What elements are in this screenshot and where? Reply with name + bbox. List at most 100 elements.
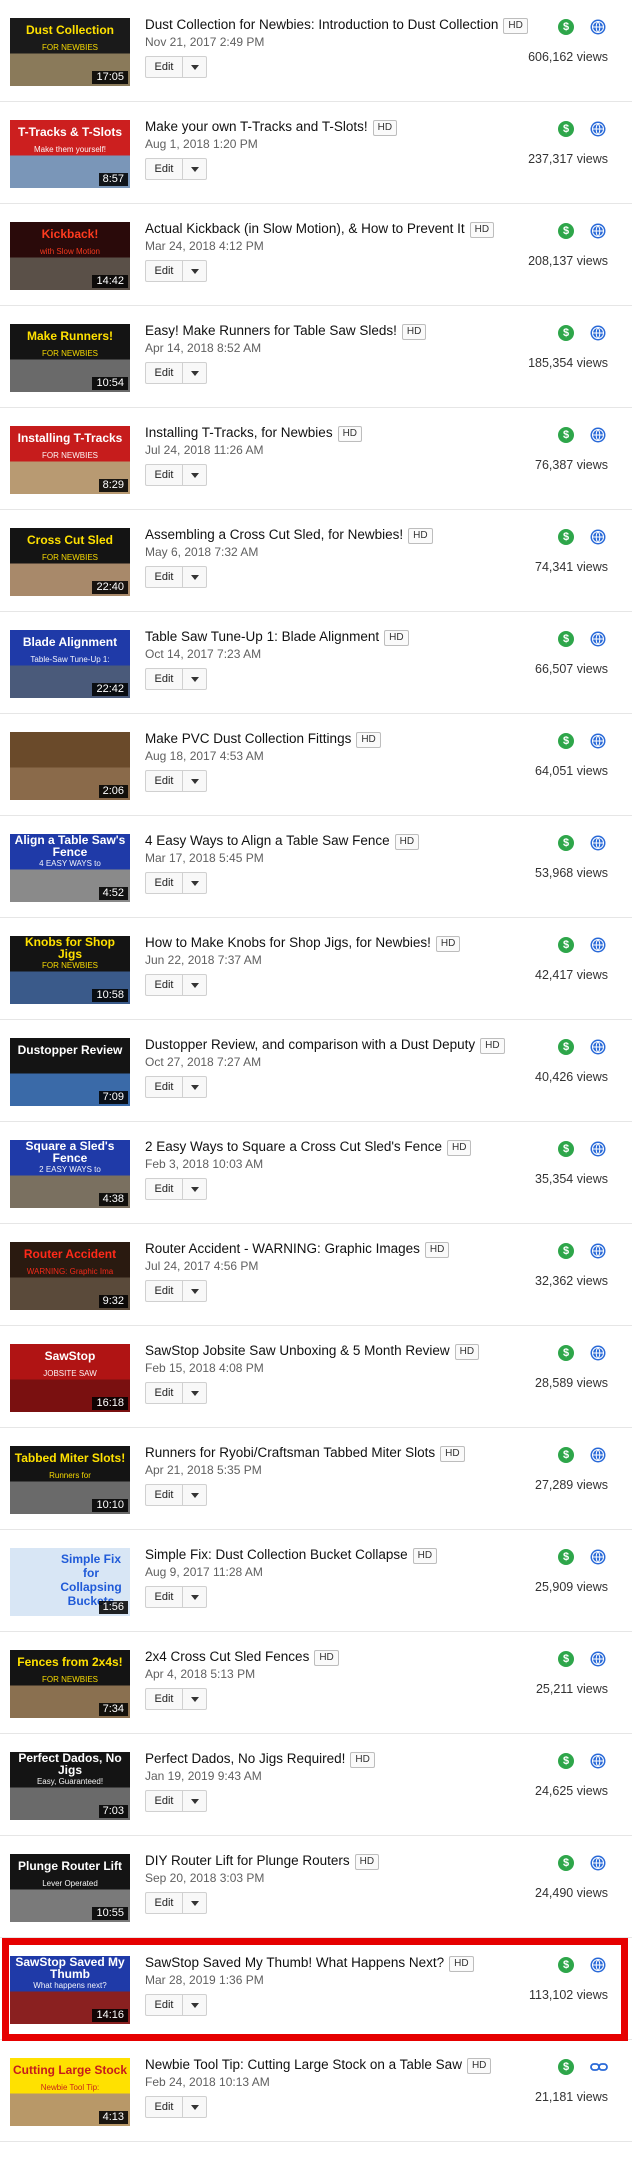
globe-icon[interactable] <box>590 1957 606 1973</box>
edit-button[interactable]: Edit <box>145 1484 183 1506</box>
video-row[interactable]: Align a Table Saw's Fence 4 EASY WAYS to 4… <box>0 816 632 918</box>
globe-icon[interactable] <box>590 529 606 545</box>
edit-button[interactable]: Edit <box>145 668 183 690</box>
video-row[interactable]: Make Runners! FOR NEWBIES 10:54 Easy! Make … <box>0 306 632 408</box>
dollar-icon[interactable]: $ <box>558 223 574 239</box>
video-title-link[interactable]: 2 Easy Ways to Square a Cross Cut Sled's… <box>145 1139 442 1154</box>
edit-button[interactable]: Edit <box>145 566 183 588</box>
video-thumbnail[interactable]: Blade Alignment Table-Saw Tune-Up 1: 22:42 <box>10 630 130 698</box>
video-thumbnail[interactable]: Cross Cut Sled FOR NEWBIES 22:40 <box>10 528 130 596</box>
video-title-link[interactable]: 4 Easy Ways to Align a Table Saw Fence <box>145 833 390 848</box>
video-thumbnail[interactable]: SawStop Saved My Thumb What happens next?… <box>10 1956 130 2024</box>
globe-icon[interactable] <box>590 1651 606 1667</box>
edit-options-dropdown[interactable] <box>183 1382 207 1404</box>
video-thumbnail[interactable]: Router Accident WARNING: Graphic Ima 9:32 <box>10 1242 130 1310</box>
video-thumbnail[interactable]: Make Runners! FOR NEWBIES 10:54 <box>10 324 130 392</box>
globe-icon[interactable] <box>590 1039 606 1055</box>
dollar-icon[interactable]: $ <box>558 1039 574 1055</box>
video-thumbnail[interactable]: Kickback! with Slow Motion 14:42 <box>10 222 130 290</box>
video-thumbnail[interactable]: Perfect Dados, No Jigs Easy, Guaranteed! 7… <box>10 1752 130 1820</box>
dollar-icon[interactable]: $ <box>558 1651 574 1667</box>
video-title-link[interactable]: How to Make Knobs for Shop Jigs, for New… <box>145 935 431 950</box>
edit-button[interactable]: Edit <box>145 872 183 894</box>
globe-icon[interactable] <box>590 1753 606 1769</box>
video-thumbnail[interactable]: Simple Fix for Collapsing Buckets 1:56 <box>10 1548 130 1616</box>
edit-button[interactable]: Edit <box>145 1586 183 1608</box>
video-thumbnail[interactable]: Cutting Large Stock Newbie Tool Tip: 4:13 <box>10 2058 130 2126</box>
dollar-icon[interactable]: $ <box>558 121 574 137</box>
video-thumbnail[interactable]: Fences from 2x4s! FOR NEWBIES 7:34 <box>10 1650 130 1718</box>
edit-options-dropdown[interactable] <box>183 1790 207 1812</box>
dollar-icon[interactable]: $ <box>558 1753 574 1769</box>
dollar-icon[interactable]: $ <box>558 937 574 953</box>
video-row[interactable]: Dustopper Review 7:09 Dustopper Review, an… <box>0 1020 632 1122</box>
edit-button[interactable]: Edit <box>145 260 183 282</box>
video-row[interactable]: Perfect Dados, No Jigs Easy, Guaranteed! 7… <box>0 1734 632 1836</box>
globe-icon[interactable] <box>590 1141 606 1157</box>
video-row[interactable]: Cutting Large Stock Newbie Tool Tip: 4:13 N… <box>0 2040 632 2142</box>
globe-icon[interactable] <box>590 631 606 647</box>
edit-options-dropdown[interactable] <box>183 56 207 78</box>
video-title-link[interactable]: Table Saw Tune-Up 1: Blade Alignment <box>145 629 379 644</box>
video-thumbnail[interactable]: Plunge Router Lift Lever Operated 10:55 <box>10 1854 130 1922</box>
dollar-icon[interactable]: $ <box>558 1549 574 1565</box>
dollar-icon[interactable]: $ <box>558 835 574 851</box>
dollar-icon[interactable]: $ <box>558 1447 574 1463</box>
video-title-link[interactable]: SawStop Saved My Thumb! What Happens Nex… <box>145 1955 444 1970</box>
video-thumbnail[interactable]: Tabbed Miter Slots! Runners for 10:10 <box>10 1446 130 1514</box>
globe-icon[interactable] <box>590 835 606 851</box>
edit-button[interactable]: Edit <box>145 1892 183 1914</box>
video-title-link[interactable]: Installing T-Tracks, for Newbies <box>145 425 333 440</box>
edit-button[interactable]: Edit <box>145 1790 183 1812</box>
video-title-link[interactable]: Simple Fix: Dust Collection Bucket Colla… <box>145 1547 408 1562</box>
dollar-icon[interactable]: $ <box>558 631 574 647</box>
video-title-link[interactable]: 2x4 Cross Cut Sled Fences <box>145 1649 309 1664</box>
edit-button[interactable]: Edit <box>145 1382 183 1404</box>
edit-options-dropdown[interactable] <box>183 1280 207 1302</box>
video-row[interactable]: Dust Collection FOR NEWBIES 17:05 Dust Coll… <box>0 0 632 102</box>
dollar-icon[interactable]: $ <box>558 1957 574 1973</box>
edit-options-dropdown[interactable] <box>183 362 207 384</box>
globe-icon[interactable] <box>590 733 606 749</box>
edit-options-dropdown[interactable] <box>183 566 207 588</box>
video-row[interactable]: 2:06 Make PVC Dust Collection Fittings HD A… <box>0 714 632 816</box>
video-row[interactable]: Square a Sled's Fence 2 EASY WAYS to 4:38 2… <box>0 1122 632 1224</box>
video-thumbnail[interactable]: SawStop JOBSITE SAW 16:18 <box>10 1344 130 1412</box>
video-thumbnail[interactable]: Knobs for Shop Jigs FOR NEWBIES 10:58 <box>10 936 130 1004</box>
video-row[interactable]: T-Tracks & T-Slots Make them yourself! 8:5… <box>0 102 632 204</box>
edit-options-dropdown[interactable] <box>183 872 207 894</box>
globe-icon[interactable] <box>590 223 606 239</box>
video-row[interactable]: Tabbed Miter Slots! Runners for 10:10 Runne… <box>0 1428 632 1530</box>
video-row[interactable]: Installing T-Tracks FOR NEWBIES 8:29 Instal… <box>0 408 632 510</box>
video-title-link[interactable]: Make PVC Dust Collection Fittings <box>145 731 351 746</box>
edit-button[interactable]: Edit <box>145 974 183 996</box>
video-title-link[interactable]: SawStop Jobsite Saw Unboxing & 5 Month R… <box>145 1343 450 1358</box>
edit-button[interactable]: Edit <box>145 56 183 78</box>
edit-button[interactable]: Edit <box>145 464 183 486</box>
dollar-icon[interactable]: $ <box>558 325 574 341</box>
globe-icon[interactable] <box>590 427 606 443</box>
edit-options-dropdown[interactable] <box>183 1688 207 1710</box>
edit-options-dropdown[interactable] <box>183 1892 207 1914</box>
edit-options-dropdown[interactable] <box>183 1484 207 1506</box>
globe-icon[interactable] <box>590 121 606 137</box>
dollar-icon[interactable]: $ <box>558 2059 574 2075</box>
video-title-link[interactable]: Dust Collection for Newbies: Introductio… <box>145 17 498 32</box>
globe-icon[interactable] <box>590 1855 606 1871</box>
video-title-link[interactable]: Router Accident - WARNING: Graphic Image… <box>145 1241 420 1256</box>
edit-button[interactable]: Edit <box>145 1688 183 1710</box>
video-title-link[interactable]: Newbie Tool Tip: Cutting Large Stock on … <box>145 2057 462 2072</box>
edit-options-dropdown[interactable] <box>183 770 207 792</box>
video-title-link[interactable]: DIY Router Lift for Plunge Routers <box>145 1853 350 1868</box>
edit-button[interactable]: Edit <box>145 770 183 792</box>
edit-options-dropdown[interactable] <box>183 668 207 690</box>
video-title-link[interactable]: Assembling a Cross Cut Sled, for Newbies… <box>145 527 403 542</box>
video-row[interactable]: SawStop JOBSITE SAW 16:18 SawStop Jobsite S… <box>0 1326 632 1428</box>
video-row[interactable]: Router Accident WARNING: Graphic Ima 9:32 R… <box>0 1224 632 1326</box>
edit-options-dropdown[interactable] <box>183 260 207 282</box>
dollar-icon[interactable]: $ <box>558 1141 574 1157</box>
edit-button[interactable]: Edit <box>145 158 183 180</box>
dollar-icon[interactable]: $ <box>558 427 574 443</box>
edit-button[interactable]: Edit <box>145 2096 183 2118</box>
edit-options-dropdown[interactable] <box>183 974 207 996</box>
